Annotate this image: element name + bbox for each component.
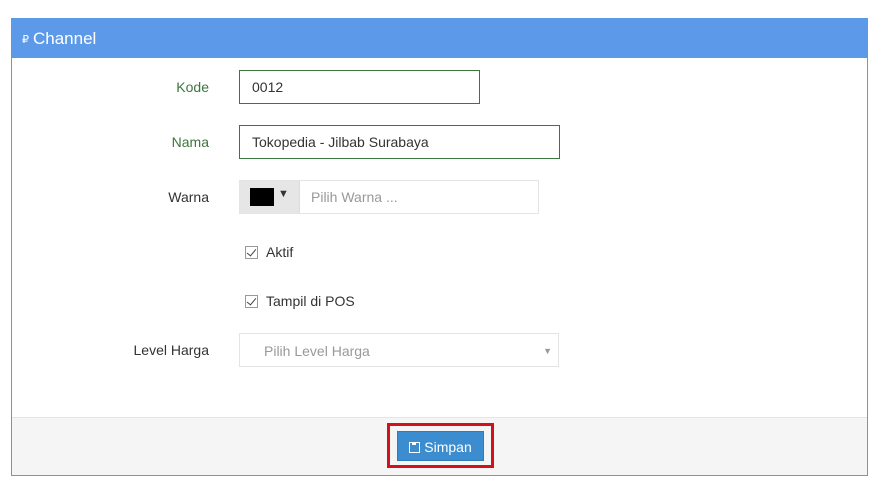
save-button-label: Simpan: [424, 439, 472, 455]
aktif-checkbox[interactable]: Aktif: [245, 244, 293, 260]
chevron-down-icon: ▼: [543, 346, 552, 356]
panel-header: ₽ Channel: [12, 19, 867, 58]
tag-icon: ₽: [22, 34, 29, 46]
level-harga-select[interactable]: Pilih Level Harga ▼: [239, 333, 559, 367]
kode-input[interactable]: 0012: [239, 70, 480, 104]
panel-title: Channel: [33, 29, 97, 48]
caret-down-icon: ▼: [278, 188, 289, 200]
color-input[interactable]: Pilih Warna ...: [311, 181, 398, 213]
kode-label: Kode: [176, 79, 209, 95]
nama-input[interactable]: Tokopedia - Jilbab Surabaya: [239, 125, 560, 159]
aktif-label: Aktif: [266, 244, 294, 260]
checkbox-icon[interactable]: [245, 295, 258, 308]
level-harga-placeholder: Pilih Level Harga: [264, 343, 370, 359]
checkbox-icon[interactable]: [245, 246, 258, 259]
highlight-box: Simpan: [387, 423, 494, 468]
channel-panel: ₽ Channel Kode 0012 Nama Tokopedia - Jilb…: [11, 18, 868, 476]
tampil-pos-checkbox[interactable]: Tampil di POS: [245, 293, 355, 309]
warna-label: Warna: [168, 189, 209, 205]
color-swatch: [250, 188, 274, 206]
floppy-disk-icon: [409, 442, 421, 453]
level-harga-label: Level Harga: [133, 342, 210, 358]
tampil-pos-label: Tampil di POS: [266, 293, 355, 309]
color-picker[interactable]: ▼ Pilih Warna ...: [239, 180, 539, 214]
color-picker-button[interactable]: ▼: [240, 181, 300, 213]
save-button[interactable]: Simpan: [397, 431, 484, 461]
panel-footer: Simpan: [12, 417, 867, 475]
nama-label: Nama: [171, 134, 209, 150]
